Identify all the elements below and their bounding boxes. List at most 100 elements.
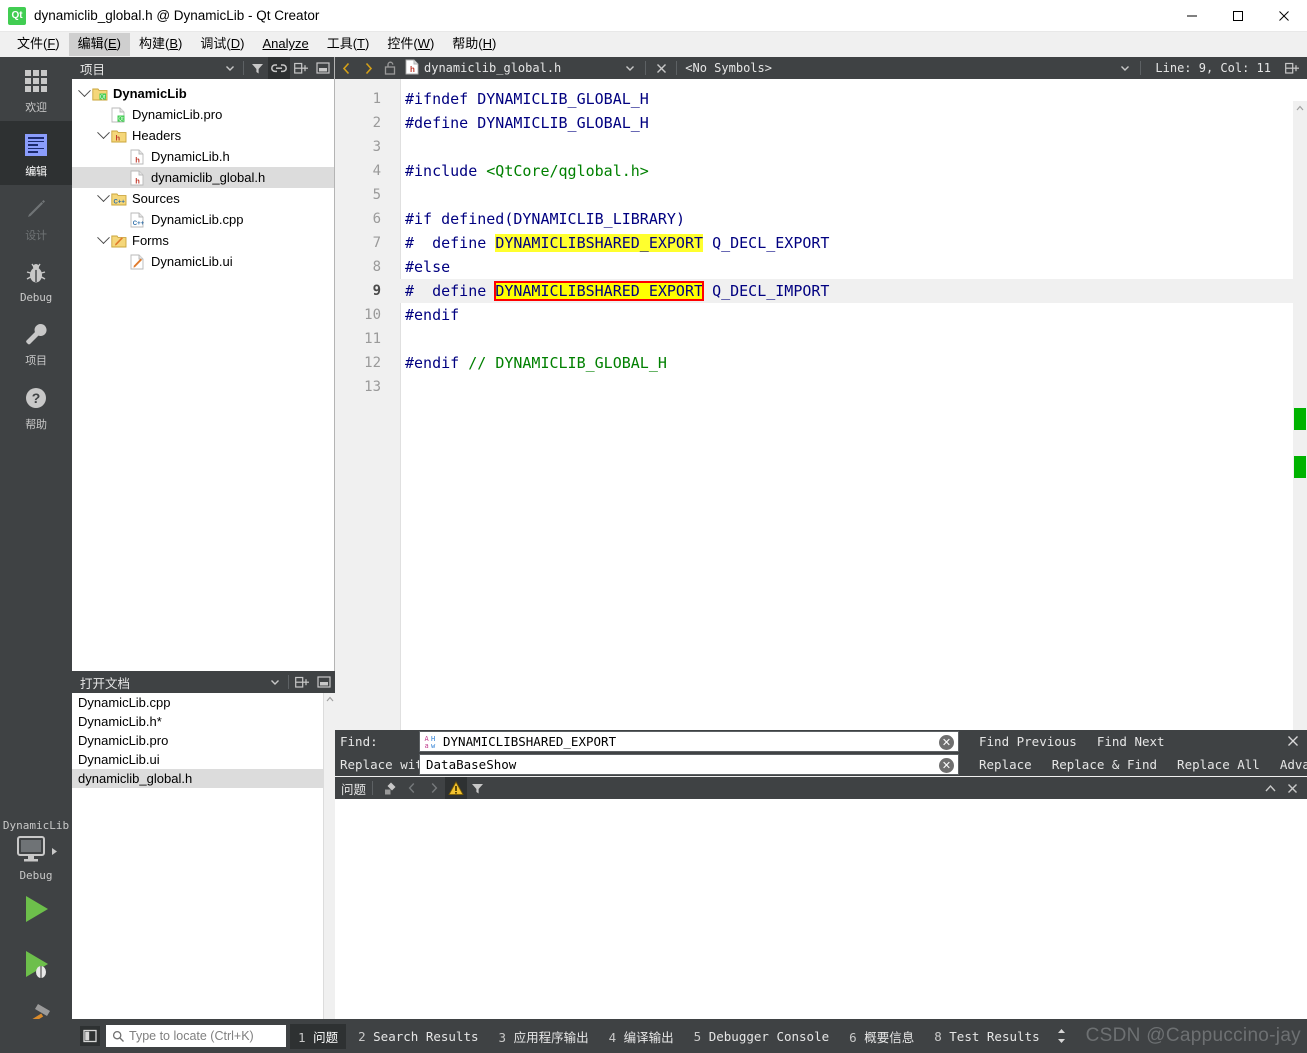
chevron-down-icon[interactable]: [95, 126, 111, 144]
replace-input[interactable]: DataBaseShow ✕: [419, 754, 959, 775]
kit-selector[interactable]: [14, 834, 58, 869]
code-line-1[interactable]: 1 #ifndef DYNAMICLIB_GLOBAL_H: [335, 87, 1307, 111]
chevron-down-icon[interactable]: [76, 84, 92, 102]
output-tab-5[interactable]: 6 概要信息: [841, 1024, 922, 1049]
run-button[interactable]: [19, 892, 53, 931]
tree-item-5[interactable]: C++ Sources: [72, 188, 334, 209]
open-documents-list[interactable]: DynamicLib.cpp DynamicLib.h* DynamicLib.pr…: [72, 693, 335, 788]
replace-all-button[interactable]: Replace All: [1167, 755, 1270, 774]
mode-welcome[interactable]: 欢迎: [0, 57, 72, 121]
code-line-11[interactable]: 11: [335, 327, 1307, 351]
chevron-right-icon[interactable]: [423, 777, 445, 799]
warning-triangle-icon[interactable]: [445, 777, 468, 799]
find-input[interactable]: A H a w DYNAMICLIBSHARED_EXPORT ✕: [419, 731, 959, 752]
chevron-down-icon[interactable]: [1114, 57, 1136, 79]
mode-edit[interactable]: 编辑: [0, 121, 72, 185]
code-line-7[interactable]: 7 # define DYNAMICLIBSHARED_EXPORT Q_DECL…: [335, 231, 1307, 255]
mode-design[interactable]: 设计: [0, 185, 72, 249]
chevron-down-icon[interactable]: [95, 189, 111, 207]
advanced-button[interactable]: Advanced...: [1270, 755, 1307, 774]
tree-item-4[interactable]: h dynamiclib_global.h: [72, 167, 334, 188]
clear-circle-icon[interactable]: ✕: [939, 735, 954, 750]
chevron-up-icon[interactable]: [1293, 101, 1307, 115]
output-tab-2[interactable]: 3 应用程序输出: [491, 1024, 597, 1049]
menu-item-3[interactable]: 调试(D): [191, 33, 253, 56]
menu-item-4[interactable]: Analyze: [253, 33, 317, 56]
menu-item-5[interactable]: 工具(T): [318, 33, 379, 56]
code-line-12[interactable]: 12 #endif // DYNAMICLIB_GLOBAL_H: [335, 351, 1307, 375]
code-text-area[interactable]: 1 #ifndef DYNAMICLIB_GLOBAL_H 2 #define DYN…: [335, 79, 1307, 730]
tree-item-1[interactable]: Qt DynamicLib.pro: [72, 104, 334, 125]
funnel-icon[interactable]: [246, 57, 268, 79]
close-icon[interactable]: [650, 57, 672, 79]
code-line-3[interactable]: 3: [335, 135, 1307, 159]
locator-input[interactable]: Type to locate (Ctrl+K): [106, 1025, 286, 1047]
tree-item-2[interactable]: h Headers: [72, 125, 334, 146]
minimize-button[interactable]: [1169, 0, 1215, 32]
output-tab-4[interactable]: 5 Debugger Console: [686, 1026, 837, 1047]
tree-item-7[interactable]: Forms: [72, 230, 334, 251]
case-sensitive-icon[interactable]: A H a w: [424, 734, 439, 749]
menu-item-7[interactable]: 帮助(H): [443, 33, 505, 56]
code-line-2[interactable]: 2 #define DYNAMICLIB_GLOBAL_H: [335, 111, 1307, 135]
link-icon[interactable]: [268, 57, 290, 79]
close-button[interactable]: [1261, 0, 1307, 32]
code-line-5[interactable]: 5: [335, 183, 1307, 207]
sidebar-toggle-icon[interactable]: [80, 1026, 100, 1046]
replace-and-find-button[interactable]: Replace & Find: [1042, 755, 1167, 774]
chevron-down-icon[interactable]: [619, 57, 641, 79]
mode-projects[interactable]: 项目: [0, 310, 72, 374]
find-next-button[interactable]: Find Next: [1087, 732, 1175, 751]
project-tree[interactable]: Qt DynamicLib Qt DynamicLib.pro h Headers h Dyn…: [72, 79, 334, 272]
code-line-6[interactable]: 6 #if defined(DYNAMICLIB_LIBRARY): [335, 207, 1307, 231]
up-down-arrows-icon[interactable]: [1056, 1028, 1067, 1044]
close-output-pane-button[interactable]: [1281, 777, 1303, 799]
chevron-left-icon[interactable]: [335, 57, 357, 79]
split-icon[interactable]: [1281, 57, 1303, 79]
menu-item-2[interactable]: 构建(B): [130, 33, 191, 56]
split-icon[interactable]: [290, 57, 312, 79]
split-icon[interactable]: [291, 671, 313, 693]
start-debugging-button[interactable]: [19, 947, 53, 986]
close-split-icon[interactable]: [312, 57, 334, 79]
chevron-right-icon[interactable]: [357, 57, 379, 79]
open-document-item-3[interactable]: DynamicLib.ui: [72, 750, 335, 769]
chevron-left-icon[interactable]: [401, 777, 423, 799]
maximize-button[interactable]: [1215, 0, 1261, 32]
output-tab-6[interactable]: 8 Test Results: [926, 1026, 1047, 1047]
code-line-8[interactable]: 8 #else: [335, 255, 1307, 279]
code-line-9[interactable]: 9 # define DYNAMICLIBSHARED_EXPORT Q_DECL…: [335, 279, 1307, 303]
open-document-item-1[interactable]: DynamicLib.h*: [72, 712, 335, 731]
editor-file-selector[interactable]: h dynamiclib_global.h: [401, 59, 561, 78]
menu-item-6[interactable]: 控件(W): [378, 33, 443, 56]
menu-item-0[interactable]: 文件(F): [8, 33, 69, 56]
editor-symbols-selector[interactable]: <No Symbols>: [681, 61, 772, 75]
mode-help[interactable]: ? 帮助: [0, 374, 72, 438]
mode-debug[interactable]: Debug: [0, 249, 72, 310]
find-previous-button[interactable]: Find Previous: [969, 732, 1087, 751]
unlocked-padlock-icon[interactable]: [379, 57, 401, 79]
maximize-output-pane-button[interactable]: [1259, 777, 1281, 799]
chevron-down-icon[interactable]: [219, 57, 241, 79]
clear-circle-icon[interactable]: ✕: [939, 758, 954, 773]
close-find-bar-button[interactable]: [1285, 733, 1301, 749]
tree-item-3[interactable]: h DynamicLib.h: [72, 146, 334, 167]
close-split-icon[interactable]: [313, 671, 335, 693]
open-document-item-0[interactable]: DynamicLib.cpp: [72, 693, 335, 712]
output-pane-body[interactable]: [335, 799, 1307, 1019]
replace-button[interactable]: Replace: [969, 755, 1042, 774]
tree-item-6[interactable]: C++ DynamicLib.cpp: [72, 209, 334, 230]
chevron-down-icon[interactable]: [95, 231, 111, 249]
code-line-4[interactable]: 4 #include <QtCore/qglobal.h>: [335, 159, 1307, 183]
open-document-item-4[interactable]: dynamiclib_global.h: [72, 769, 335, 788]
funnel-icon[interactable]: [467, 777, 489, 799]
open-documents-scrollbar[interactable]: [323, 693, 335, 1019]
tree-item-8[interactable]: DynamicLib.ui: [72, 251, 334, 272]
output-tab-1[interactable]: 2 Search Results: [350, 1026, 486, 1047]
output-tab-3[interactable]: 4 编译输出: [601, 1024, 682, 1049]
tree-item-0[interactable]: Qt DynamicLib: [72, 83, 334, 104]
chevron-down-icon[interactable]: [264, 671, 286, 693]
editor-scrollbar[interactable]: [1293, 101, 1307, 730]
clear-pane-icon[interactable]: [379, 777, 401, 799]
open-document-item-2[interactable]: DynamicLib.pro: [72, 731, 335, 750]
